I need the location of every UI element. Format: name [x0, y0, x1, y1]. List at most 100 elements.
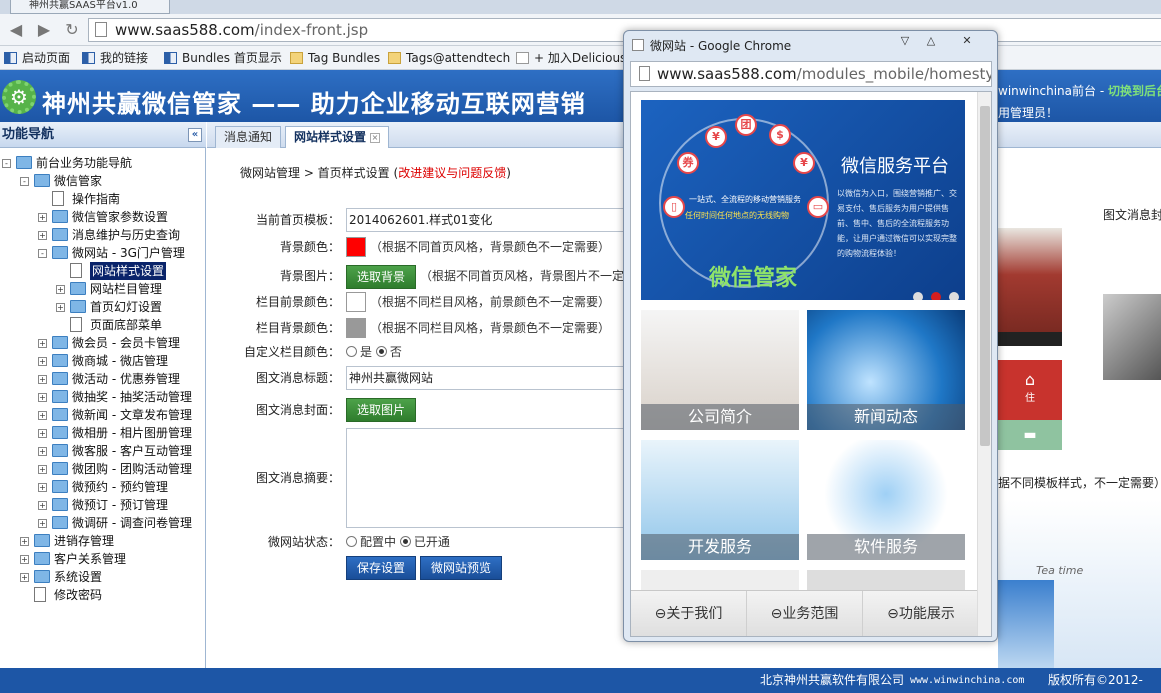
- back-icon[interactable]: ◀: [6, 20, 26, 40]
- expand-toggle-icon[interactable]: +: [38, 501, 47, 510]
- folder-icon: [290, 52, 303, 64]
- tab-notifications[interactable]: 消息通知: [215, 126, 282, 148]
- slide-dot[interactable]: [913, 292, 923, 300]
- nav-features[interactable]: ⊖功能展示: [863, 591, 979, 636]
- expand-toggle-icon[interactable]: +: [38, 357, 47, 366]
- collapse-icon[interactable]: «: [188, 128, 202, 142]
- tile-news[interactable]: 新闻动态: [807, 310, 965, 430]
- nav-item-label: 微网站 - 3G门户管理: [72, 246, 185, 260]
- expand-toggle-icon[interactable]: -: [2, 159, 11, 168]
- preview-popup-window: 微网站 - Google Chrome ▽ △ ✕ www.saas588.co…: [623, 30, 998, 642]
- expand-toggle-icon[interactable]: +: [56, 303, 65, 312]
- colbg-label: 栏目背景颜色：: [255, 321, 340, 335]
- nav-about[interactable]: ⊖关于我们: [631, 591, 747, 636]
- close-icon[interactable]: ×: [370, 133, 381, 143]
- status-config-radio[interactable]: [346, 536, 357, 547]
- slide-dot[interactable]: [949, 292, 959, 300]
- bgcolor-swatch[interactable]: [346, 237, 366, 257]
- scroll-thumb[interactable]: [980, 106, 990, 446]
- page-icon: [70, 317, 82, 332]
- select-background-button[interactable]: 选取背景: [346, 265, 417, 289]
- status-open-radio[interactable]: [399, 536, 411, 547]
- folder-icon: [52, 228, 68, 241]
- browser-tab[interactable]: 神州共赢SAAS平台v1.0: [10, 0, 170, 14]
- custom-color-label: 自定义栏目颜色：: [243, 345, 340, 359]
- nav-business[interactable]: ⊖业务范围: [747, 591, 863, 636]
- feedback-link[interactable]: 改进建议与问题反馈: [398, 166, 506, 180]
- nav-header: 功能导航 «: [0, 122, 206, 148]
- template-field[interactable]: 2014062601.样式01变化: [346, 208, 636, 232]
- expand-toggle-icon[interactable]: +: [38, 447, 47, 456]
- summary-textarea[interactable]: [346, 428, 636, 528]
- status-label: 微网站状态：: [267, 535, 340, 549]
- custom-yes-radio[interactable]: [346, 346, 357, 357]
- expand-toggle-icon[interactable]: +: [20, 537, 29, 546]
- bookmark-item[interactable]: Tags@attendtech: [386, 50, 510, 66]
- expand-toggle-icon[interactable]: +: [56, 285, 65, 294]
- custom-no-radio[interactable]: [375, 346, 387, 357]
- popup-menu-icon[interactable]: ▽: [896, 34, 914, 48]
- footer-company: 北京神州共赢软件有限公司: [760, 673, 905, 687]
- maximize-icon[interactable]: △: [922, 34, 940, 48]
- colfg-swatch[interactable]: [346, 292, 366, 312]
- expand-toggle-icon[interactable]: +: [38, 519, 47, 528]
- nav-item-label: 微预约 - 预约管理: [72, 480, 168, 494]
- colbg-swatch[interactable]: [346, 318, 366, 338]
- preview-person: [998, 580, 1054, 668]
- preview-button[interactable]: 微网站预览: [420, 556, 503, 580]
- expand-toggle-icon[interactable]: +: [20, 573, 29, 582]
- bgcolor-label: 背景颜色：: [279, 240, 340, 254]
- expand-toggle-icon[interactable]: +: [38, 411, 47, 420]
- popup-scrollbar[interactable]: [977, 92, 991, 636]
- reload-icon[interactable]: ↻: [62, 20, 82, 40]
- folder-icon: [34, 534, 50, 547]
- bookmark-item[interactable]: 我的链接: [80, 50, 148, 66]
- page-icon: [632, 39, 644, 51]
- banner-title: 微信服务平台: [841, 156, 949, 177]
- expand-toggle-icon[interactable]: +: [38, 231, 47, 240]
- msgtitle-input[interactable]: 神州共赢微网站: [346, 366, 636, 390]
- tile-company[interactable]: 公司简介: [641, 310, 799, 430]
- folder-icon: [52, 498, 68, 511]
- forward-icon[interactable]: ▶: [34, 20, 54, 40]
- close-icon[interactable]: ✕: [958, 34, 976, 48]
- banner-slide[interactable]: ¥ 团 $ 券 ¥ ▯ ▭ 一站式、全流程的移动营销服务 任何时间任何地点的无线…: [641, 100, 965, 300]
- status-radios: 配置中 已开通: [346, 532, 450, 552]
- tile-software[interactable]: 软件服务: [807, 440, 965, 560]
- expand-toggle-icon[interactable]: +: [20, 555, 29, 564]
- folder-icon: [52, 372, 68, 385]
- expand-toggle-icon[interactable]: +: [38, 393, 47, 402]
- bookmark-icon: [164, 52, 177, 64]
- expand-toggle-icon[interactable]: +: [38, 339, 47, 348]
- slide-dot-active[interactable]: [931, 292, 941, 300]
- nav-item-label: 微商城 - 微店管理: [72, 354, 168, 368]
- colbg-note: （根据不同栏目风格，背景颜色不一定需要）: [370, 321, 611, 335]
- expand-toggle-icon[interactable]: +: [38, 465, 47, 474]
- expand-toggle-icon[interactable]: -: [20, 177, 29, 186]
- footer-site[interactable]: www.winwinchina.com: [910, 668, 1024, 693]
- save-button[interactable]: 保存设置: [346, 556, 417, 580]
- select-image-button[interactable]: 选取图片: [346, 398, 417, 422]
- expand-toggle-icon[interactable]: +: [38, 483, 47, 492]
- page-icon: [70, 263, 82, 278]
- tile-dev[interactable]: 开发服务: [641, 440, 799, 560]
- bookmark-item[interactable]: Tag Bundles: [288, 50, 380, 66]
- url-path: /index-front.jsp: [254, 21, 369, 39]
- expand-toggle-icon[interactable]: -: [38, 249, 47, 258]
- cover-label: 图文消息封面：: [255, 403, 340, 417]
- banner-slogan-1: 一站式、全流程的移动营销服务: [689, 195, 801, 204]
- bookmark-item[interactable]: + 加入Delicious: [514, 50, 626, 66]
- expand-toggle-icon[interactable]: +: [38, 375, 47, 384]
- switch-backend-link[interactable]: 切换到后台: [1108, 84, 1161, 98]
- bookmark-item[interactable]: Bundles 首页显示: [162, 50, 282, 66]
- bookmark-item[interactable]: 启动页面: [2, 50, 70, 66]
- folder-icon: [34, 174, 50, 187]
- expand-toggle-icon[interactable]: +: [38, 429, 47, 438]
- card-icon: ▭: [807, 196, 829, 218]
- popup-address-bar[interactable]: www.saas588.com/modules_mobile/homestyle…: [630, 61, 992, 87]
- expand-toggle-icon[interactable]: +: [38, 213, 47, 222]
- mobile-bottom-nav: ⊖关于我们 ⊖业务范围 ⊖功能展示: [631, 590, 979, 636]
- folder-icon: [52, 516, 68, 529]
- tab-site-style[interactable]: 网站样式设置 ×: [285, 126, 390, 148]
- nav-item-label: 微相册 - 相片图册管理: [72, 426, 192, 440]
